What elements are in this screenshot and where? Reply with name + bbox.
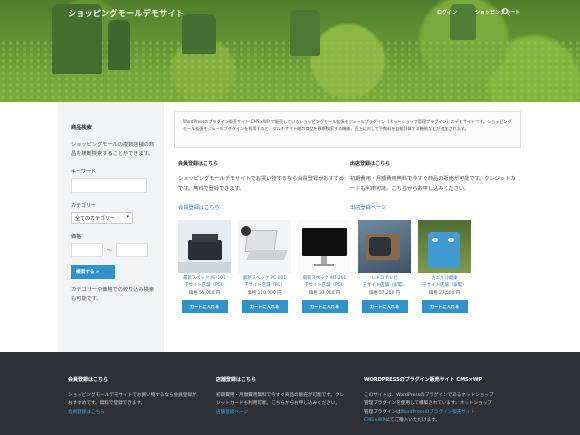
footer-member-text: ショッピングモールデモサイトでお買い物するなら会員登録がおすすめです。無料で登録… bbox=[68, 392, 198, 417]
product-title[interactable]: レトロテレビ 子サイト店舗（家電） bbox=[358, 275, 411, 289]
footer-store-title: 店舗登録はこちら bbox=[216, 377, 257, 383]
seller-box: 出店登録はこちら 初期費用・月額費用無料で今すぐ商品の販売が可能です。クレジット… bbox=[350, 160, 520, 211]
product-card: レトロテレビ 子サイト店舗（家電） 価格 57,200 円 カートに入れる bbox=[358, 220, 411, 313]
search-button[interactable]: 検索する » bbox=[71, 265, 115, 279]
site-footer: 会員登録はこちら ショッピングモールデモサイトでお買い物するなら会員登録がおすす… bbox=[0, 352, 580, 435]
price-range: 〜 bbox=[71, 243, 155, 257]
price-label: 価格 bbox=[71, 234, 82, 240]
monitor-image[interactable] bbox=[298, 220, 351, 273]
keyword-label: キーワード bbox=[71, 169, 97, 175]
product-title[interactable]: 最新スペック PE-101 子サイト店舗（PC） bbox=[178, 275, 231, 289]
seller-text: 初期費用・月額費用無料で今すぐ商品の販売が可能です。クレジットカードも利用可能。… bbox=[350, 176, 516, 192]
hero-shopper bbox=[108, 20, 130, 70]
price-separator: 〜 bbox=[107, 247, 113, 254]
footer-about-text: このサイトは、WordPressのプラグインであるネットショップ管理プラグインを… bbox=[364, 392, 494, 425]
seller-title: 出店登録はこちら bbox=[350, 161, 391, 167]
keyword-input[interactable] bbox=[71, 178, 147, 193]
product-grid: 最新スペック PE-101 子サイト店舗（PC） 価格 55,000 円 カート… bbox=[178, 220, 471, 313]
footer-store-body: 初期費用・月額費用無料で今すぐ商品の販売が可能です。クレジットカードも利用可能。… bbox=[216, 393, 345, 407]
add-to-cart-button[interactable]: カートに入れる bbox=[301, 300, 348, 313]
product-card: 最新スペック MT-201 子サイト店舗（PC） 価格 33,000 円 カート… bbox=[298, 220, 351, 313]
demo-notice: WordPressのプラグイン販売サイト CMS×WP で販売しているショッピン… bbox=[174, 111, 521, 148]
site-title[interactable]: ショッピングモールデモサイト bbox=[68, 8, 184, 19]
product-card: 最新スペック PE-101 子サイト店舗（PC） 価格 55,000 円 カート… bbox=[178, 220, 231, 313]
search-sidebar: 商品検索 ショッピングモールの複数店舗の商品を横断検索することができます。 キー… bbox=[58, 102, 164, 352]
laptop-image[interactable] bbox=[238, 220, 291, 273]
nav-login[interactable]: ログイン bbox=[437, 9, 457, 16]
product-title[interactable]: 最新スペック PC-001 子サイト店舗（PC） bbox=[238, 275, 291, 289]
member-box: 会員登録はこちら ショッピングモールデモサイトでお買い物するなら会員登録がおすす… bbox=[178, 160, 348, 211]
sidebar-description: ショッピングモールの複数店舗の商品を横断検索することができます。 bbox=[71, 142, 155, 157]
printer-image[interactable] bbox=[178, 220, 231, 273]
member-link[interactable]: 会員登録はこちら bbox=[178, 204, 348, 211]
fridge-image[interactable] bbox=[418, 220, 471, 273]
add-to-cart-button[interactable]: カートに入れる bbox=[181, 300, 228, 313]
footer-member-title: 会員登録はこちら bbox=[68, 377, 109, 383]
top-nav: ショッピングモールデモサイト ログイン ショッピングカート bbox=[0, 0, 580, 22]
price-max-input[interactable] bbox=[116, 243, 149, 257]
member-title: 会員登録はこちら bbox=[178, 161, 219, 167]
product-price: 価格 55,000 円 bbox=[188, 291, 221, 296]
footer-member-body: ショッピングモールデモサイトでお買い物するなら会員登録がおすすめです。無料で登録… bbox=[68, 393, 197, 407]
member-text: ショッピングモールデモサイトでお買い物するなら会員登録がおすすめです。無料で登録… bbox=[178, 176, 345, 192]
footer-about-title: WORDPRESSのプラグイン販売サイト CMS×WP bbox=[364, 377, 483, 383]
category-select-value: 全てのカテゴリー bbox=[75, 216, 116, 222]
product-title[interactable]: 最新スペック MT-201 子サイト店舗（PC） bbox=[298, 275, 351, 289]
product-card: カエル冷蔵庫 子サイト店舗（家電） 価格 27,500 円 カートに入れる bbox=[418, 220, 471, 313]
footer-store-text: 初期費用・月額費用無料で今すぐ商品の販売が可能です。クレジットカードも利用可能。… bbox=[216, 392, 346, 417]
add-to-cart-button[interactable]: カートに入れる bbox=[241, 300, 288, 313]
product-price: 価格 110,000 円 bbox=[247, 291, 282, 296]
category-select[interactable]: 全てのカテゴリー bbox=[71, 212, 133, 224]
add-to-cart-button[interactable]: カートに入れる bbox=[421, 300, 468, 313]
seller-link[interactable]: 出店登録ページ bbox=[350, 204, 520, 211]
price-min-input[interactable] bbox=[71, 243, 103, 257]
footer-about: WORDPRESSのプラグイン販売サイト CMS×WP このサイトは、WordP… bbox=[364, 376, 494, 425]
footer-store: 店舗登録はこちら 初期費用・月額費用無料で今すぐ商品の販売が可能です。クレジット… bbox=[216, 376, 346, 417]
product-price: 価格 27,500 円 bbox=[428, 291, 461, 296]
footer-store-link[interactable]: 店舗登録ページ bbox=[216, 410, 248, 415]
product-price: 価格 57,200 円 bbox=[368, 291, 401, 296]
product-card: 最新スペック PC-001 子サイト店舗（PC） 価格 110,000 円 カー… bbox=[238, 220, 291, 313]
category-label: カテゴリー bbox=[71, 203, 97, 209]
sidebar-note: カテゴリーや価格での絞り込み検索も可能です。 bbox=[71, 287, 155, 302]
footer-member-link[interactable]: 会員登録はこちら bbox=[68, 410, 105, 415]
product-price: 価格 33,000 円 bbox=[308, 291, 341, 296]
add-to-cart-button[interactable]: カートに入れる bbox=[361, 300, 408, 313]
retro-tv-image[interactable] bbox=[358, 220, 411, 273]
nav-cart[interactable]: ショッピングカート bbox=[475, 9, 520, 16]
hero-fruit-texture bbox=[0, 40, 580, 102]
product-title[interactable]: カエル冷蔵庫 子サイト店舗（家電） bbox=[418, 275, 471, 289]
search-icon[interactable] bbox=[502, 8, 508, 14]
footer-member: 会員登録はこちら ショッピングモールデモサイトでお買い物するなら会員登録がおすす… bbox=[68, 376, 198, 417]
footer-about-tail: にてご購入いただけます。 bbox=[385, 417, 440, 423]
demo-notice-text: WordPressのプラグイン販売サイト CMS×WP で販売しているショッピン… bbox=[183, 119, 512, 132]
sidebar-title: 商品検索 bbox=[71, 125, 92, 131]
